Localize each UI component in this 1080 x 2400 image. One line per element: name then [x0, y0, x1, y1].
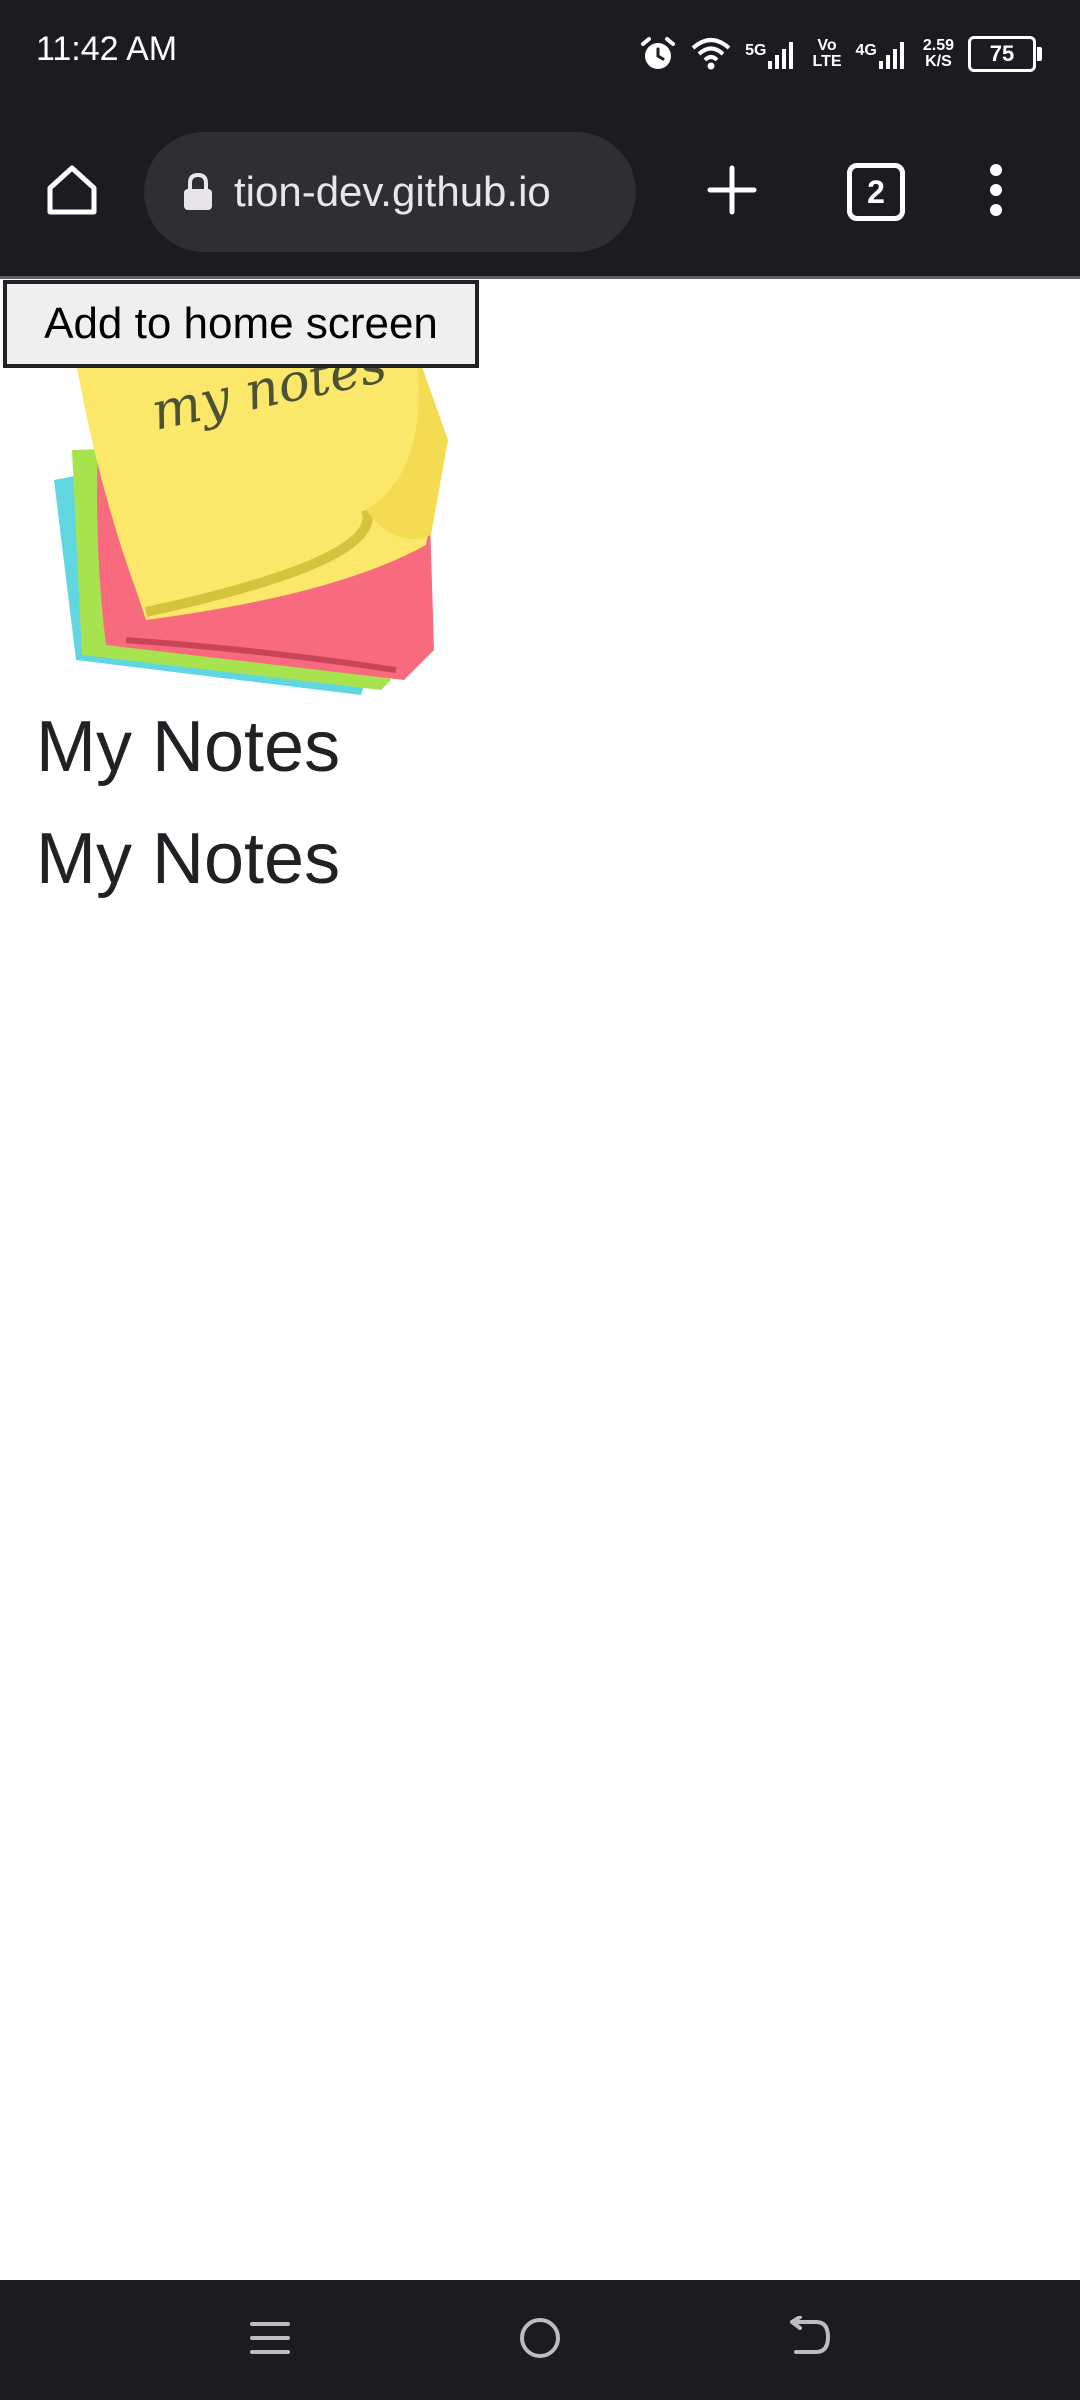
volte-icon: Vo LTE	[812, 38, 841, 70]
lock-icon	[182, 172, 214, 212]
system-nav-bar	[0, 2280, 1080, 2400]
network-5g-label: 5G	[745, 42, 767, 59]
signal-5g-icon: 5G	[745, 39, 798, 69]
volte-bottom-label: LTE	[812, 53, 842, 70]
network-speed: 2.59 K/S	[923, 38, 954, 70]
tabs-icon: 2	[847, 163, 905, 221]
system-back-button[interactable]	[765, 2300, 855, 2380]
new-tab-button[interactable]	[688, 148, 776, 236]
more-vert-icon	[986, 162, 1006, 223]
network-4g-label: 4G	[855, 42, 877, 59]
browser-toolbar: tion-dev.github.io 2	[0, 108, 1080, 276]
status-time: 11:42 AM	[36, 30, 178, 68]
menu-icon	[248, 2316, 292, 2365]
speed-value: 2.59	[922, 37, 954, 54]
home-icon	[42, 160, 102, 225]
speed-unit: K/S	[925, 53, 952, 70]
tab-count: 2	[867, 173, 885, 210]
url-text: tion-dev.github.io	[234, 168, 551, 215]
battery-icon: 75	[968, 36, 1042, 72]
wifi-icon	[691, 36, 731, 72]
status-icons: 5G Vo LTE 4G 2.59 K/S 75	[639, 26, 1042, 82]
home-button[interactable]	[28, 148, 116, 236]
more-menu-button[interactable]	[952, 148, 1040, 236]
recents-button[interactable]	[225, 2300, 315, 2380]
page-subtitle: My Notes	[36, 819, 341, 899]
signal-4g-icon: 4G	[856, 39, 909, 69]
battery-level: 75	[989, 41, 1015, 66]
back-icon	[786, 2314, 834, 2365]
add-to-home-screen-button[interactable]: Add to home screen	[3, 280, 479, 368]
my-notes-logo: my notes	[36, 334, 476, 710]
url-bar[interactable]: tion-dev.github.io	[144, 132, 636, 252]
page-title: My Notes	[36, 707, 341, 787]
alarm-icon	[639, 35, 677, 73]
status-bar: 11:42 AM 5G Vo LTE 4G 2.59 K/S 75	[0, 0, 1080, 108]
plus-icon	[706, 164, 758, 221]
toolbar-divider	[0, 276, 1080, 279]
circle-home-icon	[517, 2315, 563, 2366]
tab-switcher-button[interactable]: 2	[832, 148, 920, 236]
system-home-button[interactable]	[495, 2300, 585, 2380]
volte-top-label: Vo	[817, 37, 837, 54]
